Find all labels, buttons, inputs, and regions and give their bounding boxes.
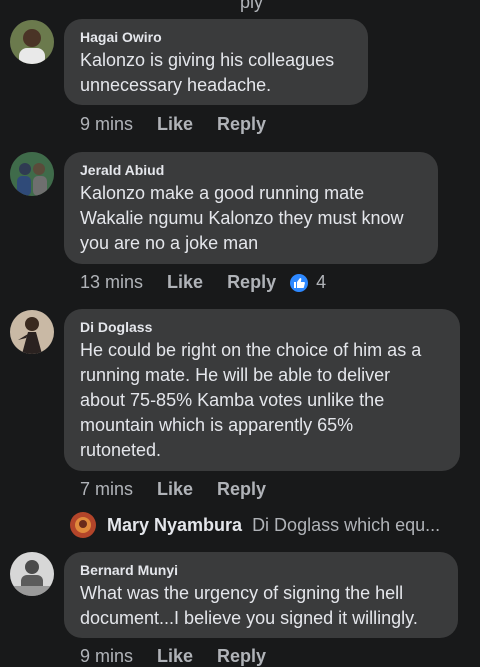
reply-snippet[interactable]: Di Doglass which equ... — [252, 515, 440, 536]
comment-text: Kalonzo is giving his colleagues unneces… — [80, 50, 335, 95]
comment-author[interactable]: Hagai Owiro — [80, 29, 352, 45]
like-button[interactable]: Like — [157, 646, 193, 667]
like-button[interactable]: Like — [167, 272, 203, 293]
comment-actions: 9 mins Like Reply — [80, 646, 290, 667]
comment-author[interactable]: Jerald Abiud — [80, 162, 422, 178]
comment-text: Kalonzo make a good running mate Wakalie… — [80, 183, 404, 253]
comment-bubble: Di Doglass He could be right on the choi… — [64, 309, 460, 471]
comment-actions: 7 mins Like Reply — [80, 479, 290, 500]
comment-actions: 9 mins Like Reply — [80, 114, 290, 135]
comment-actions: 13 mins Like Reply 4 — [80, 272, 374, 293]
comment-bubble: Jerald Abiud Kalonzo make a good running… — [64, 152, 438, 264]
reply-button[interactable]: Reply — [227, 272, 276, 293]
reply-avatar — [70, 512, 96, 538]
like-button[interactable]: Like — [157, 114, 193, 135]
reply-preview[interactable]: Mary Nyambura Di Doglass which equ... — [70, 512, 440, 538]
comment-text: What was the urgency of signing the hell… — [80, 583, 418, 628]
avatar[interactable] — [10, 552, 54, 596]
comment-time[interactable]: 9 mins — [80, 114, 133, 135]
comment-author[interactable]: Di Doglass — [80, 319, 444, 335]
truncated-reply-link[interactable]: ply — [240, 0, 263, 13]
reaction-count: 4 — [316, 272, 327, 292]
reply-button[interactable]: Reply — [217, 114, 266, 135]
comment-bubble: Hagai Owiro Kalonzo is giving his collea… — [64, 19, 368, 105]
comment-text: He could be right on the choice of him a… — [80, 340, 422, 460]
reaction-summary[interactable]: 4 — [290, 272, 350, 293]
avatar[interactable] — [10, 310, 54, 354]
comment-time[interactable]: 7 mins — [80, 479, 133, 500]
avatar[interactable] — [10, 152, 54, 196]
comment-time[interactable]: 13 mins — [80, 272, 143, 293]
reply-button[interactable]: Reply — [217, 479, 266, 500]
reply-button[interactable]: Reply — [217, 646, 266, 667]
like-button[interactable]: Like — [157, 479, 193, 500]
reply-author[interactable]: Mary Nyambura — [107, 515, 242, 536]
comment-bubble: Bernard Munyi What was the urgency of si… — [64, 552, 458, 638]
comment-time[interactable]: 9 mins — [80, 646, 133, 667]
thumbs-up-icon — [290, 273, 309, 292]
avatar[interactable] — [10, 20, 54, 64]
comment-author[interactable]: Bernard Munyi — [80, 562, 442, 578]
